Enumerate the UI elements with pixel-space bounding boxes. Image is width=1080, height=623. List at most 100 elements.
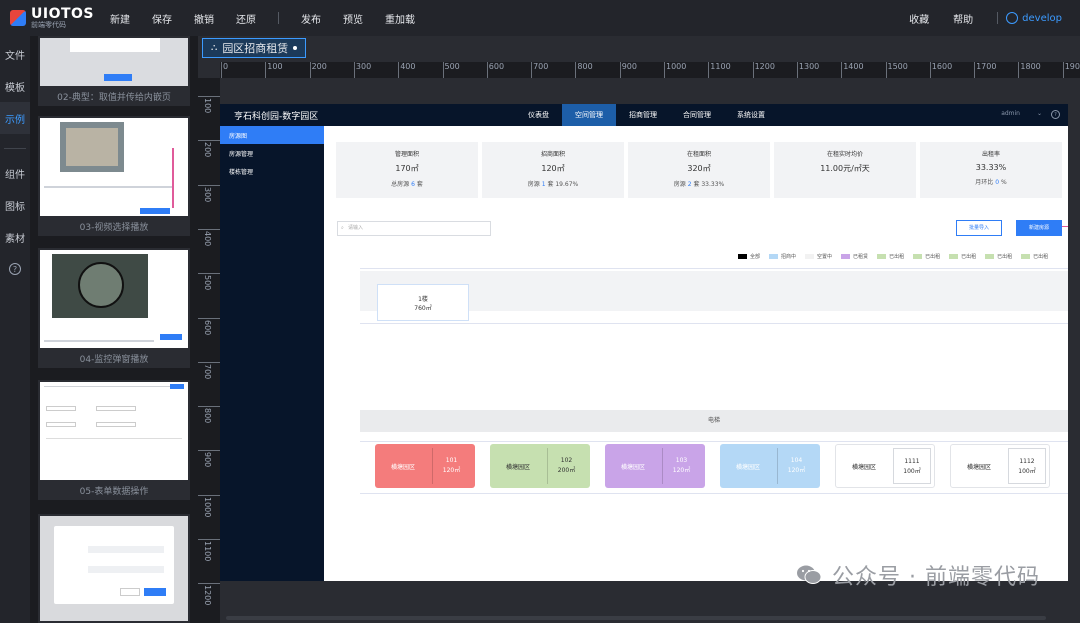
nav-components[interactable]: 组件	[0, 157, 30, 189]
legend-swatch	[877, 254, 887, 259]
stat-label: 在租面积	[686, 151, 711, 158]
side-item-building-manage[interactable]: 楼栋管理	[220, 162, 324, 180]
example-card-05[interactable]: 05-表单数据操作	[38, 380, 190, 500]
nav-assets[interactable]: 素材	[0, 221, 30, 253]
room-card[interactable]: 横塘园区 104 120㎡	[720, 444, 820, 488]
example-card-04[interactable]: 04-监控弹窗播放	[38, 248, 190, 368]
legend-item[interactable]: 已出租	[877, 253, 904, 260]
legend-swatch	[985, 254, 995, 259]
stat-card: 在租实时均价 11.00元/㎡天	[774, 142, 916, 198]
example-card-02[interactable]: 02-典型：取值并传给内嵌页	[38, 36, 190, 106]
legend-label: 已出租	[961, 254, 977, 260]
menu-publish[interactable]: 发布	[301, 11, 321, 26]
nav-help[interactable]: ?	[0, 253, 30, 285]
room-park: 横塘园区	[390, 463, 415, 471]
room-card[interactable]: 横塘园区 1111 100㎡	[835, 444, 935, 488]
legend-swatch	[949, 254, 959, 259]
menu-save[interactable]: 保存	[152, 11, 172, 26]
legend-swatch	[913, 254, 923, 259]
building-name: 1楼	[418, 296, 428, 303]
room-info: 1111 100㎡	[893, 448, 931, 484]
tab-park-leasing[interactable]: ⛬ 园区招商租赁	[202, 38, 307, 58]
room-info: 1112 100㎡	[1008, 448, 1046, 484]
app-main: 管理面积 170㎡ 总房源 6 套 招商面积 120㎡房源 1 套 19.67% 在租面积…	[324, 126, 1068, 581]
elevator-bar: 电梯	[360, 410, 1068, 432]
add-room-button[interactable]: 新建房源	[1016, 220, 1062, 236]
menu-reload[interactable]: 重加载	[385, 11, 415, 26]
app-header: 亨石科创园-数字园区 仪表盘 空间管理 招商管理 合同管理 系统设置 admin…	[220, 104, 1068, 126]
help-link[interactable]: 帮助	[953, 11, 973, 26]
nav-icons[interactable]: 图标	[0, 189, 30, 221]
connector-line	[1062, 226, 1068, 227]
stat-label: 招商面积	[540, 151, 565, 158]
wechat-icon	[796, 564, 822, 586]
room-park: 横塘园区	[505, 463, 530, 471]
room-card[interactable]: 横塘园区 102 200㎡	[490, 444, 590, 488]
user-icon	[1006, 12, 1019, 24]
app-user[interactable]: admin	[1001, 110, 1020, 117]
stat-value: 320㎡	[687, 164, 711, 173]
nav-examples[interactable]: 示例	[0, 102, 30, 134]
app-tab-leasing[interactable]: 招商管理	[616, 104, 670, 126]
app-tab-space[interactable]: 空间管理	[562, 104, 616, 126]
menu-redo[interactable]: 还原	[236, 11, 256, 26]
app-tab-contracts[interactable]: 合同管理	[670, 104, 724, 126]
search-input[interactable]: ⌕ 请输入	[337, 221, 491, 236]
nav-template[interactable]: 模板	[0, 70, 30, 102]
stat-sub: 总房源 6 套	[391, 181, 423, 188]
legend-item[interactable]: 已出租	[949, 253, 976, 260]
chevron-down-icon[interactable]: ⌄	[1037, 110, 1042, 117]
stat-card: 管理面积 170㎡ 总房源 6 套	[336, 142, 478, 198]
side-item-room-map[interactable]: 房源图	[220, 126, 324, 144]
room-card[interactable]: 横塘园区 1112 100㎡	[950, 444, 1050, 488]
legend-item[interactable]: 已租赁	[841, 253, 868, 260]
room-card[interactable]: 横塘园区 101 120㎡	[375, 444, 475, 488]
room-card[interactable]: 横塘园区 103 120㎡	[605, 444, 705, 488]
ruler-vertical: 100 200 300 400 500 600 700 800 900 1000 1100 1200	[198, 78, 220, 623]
example-card-06[interactable]	[38, 514, 190, 623]
app-tab-settings[interactable]: 系统设置	[724, 104, 778, 126]
building-card[interactable]: 1楼 760㎡	[377, 284, 469, 321]
legend-item[interactable]: 全部	[738, 253, 760, 260]
legend-label: 已出租	[1033, 254, 1049, 260]
legend-item[interactable]: 空置中	[805, 253, 832, 260]
legend-swatch	[841, 254, 851, 259]
legend-item[interactable]: 已出租	[1021, 253, 1048, 260]
menu-divider	[278, 12, 279, 24]
legend-item[interactable]: 已出租	[985, 253, 1012, 260]
legend-swatch	[769, 254, 779, 259]
stat-card: 出租率 33.33% 月环比 0 %	[920, 142, 1062, 198]
room-row: 横塘园区 101 120㎡ 横塘园区 102 200㎡ 横塘园区 103 120㎡ 横塘园区 104…	[360, 441, 1068, 493]
example-thumbnail	[40, 118, 188, 216]
stat-sub: 房源 1 套 19.67%	[527, 181, 579, 188]
example-label: 02-典型：取值并传给内嵌页	[57, 93, 171, 103]
stat-value: 120㎡	[541, 164, 565, 173]
room-park: 横塘园区	[966, 463, 991, 471]
app-tab-dashboard[interactable]: 仪表盘	[515, 104, 562, 126]
app-title: 亨石科创园-数字园区	[234, 112, 319, 122]
side-item-room-manage[interactable]: 房源管理	[220, 144, 324, 162]
nav-file[interactable]: 文件	[0, 38, 30, 70]
room-info: 103 120㎡	[662, 448, 700, 484]
stat-value: 11.00元/㎡天	[820, 164, 870, 173]
brand-subtitle: 前端零代码	[31, 21, 66, 29]
status-legend: 全部 招商中 空置中 已租赁 已出租 已出租 已出租 已出租 已出租	[738, 253, 1057, 260]
stat-sub: 房源 2 套 33.33%	[673, 181, 725, 188]
legend-item[interactable]: 已出租	[913, 253, 940, 260]
menu-undo[interactable]: 撤销	[194, 11, 214, 26]
legend-item[interactable]: 招商中	[769, 253, 796, 260]
favorites-link[interactable]: 收藏	[909, 11, 929, 26]
user-menu[interactable]: develop	[1006, 12, 1062, 24]
legend-label: 已出租	[889, 254, 905, 260]
example-thumbnail	[40, 382, 188, 480]
menu-preview[interactable]: 预览	[343, 11, 363, 26]
horizontal-scrollbar[interactable]	[226, 616, 1046, 620]
example-card-03[interactable]: 03-视频选择播放	[38, 116, 190, 236]
bulk-import-button[interactable]: 批量导入	[956, 220, 1002, 236]
app-preview: 亨石科创园-数字园区 仪表盘 空间管理 招商管理 合同管理 系统设置 admin…	[220, 104, 1068, 581]
examples-panel: 02-典型：取值并传给内嵌页 03-视频选择播放 04-监控弹窗播放 05-表单…	[30, 36, 198, 623]
menu-new[interactable]: 新建	[110, 11, 130, 26]
unsaved-dot-icon	[293, 46, 298, 50]
help-icon[interactable]: ?	[1051, 110, 1060, 119]
room-info: 102 200㎡	[547, 448, 585, 484]
